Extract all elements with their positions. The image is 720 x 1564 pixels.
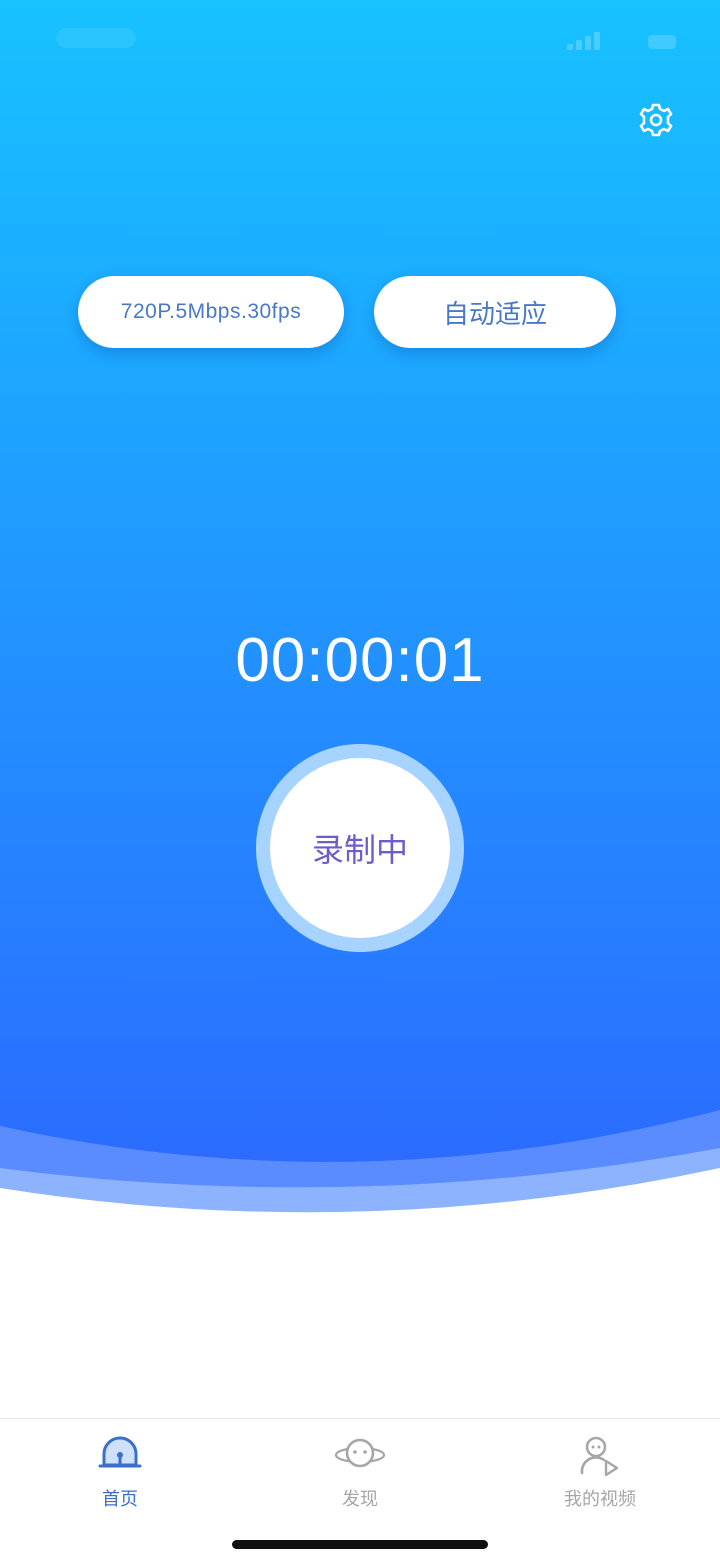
tab-home-label: 首页: [102, 1489, 138, 1510]
app-screen: 720P.5Mbps.30fps 自动适应 00:00:01 录制中 首页 发现…: [0, 0, 720, 1564]
home-icon: [98, 1436, 142, 1468]
tab-my-videos[interactable]: 我的视频: [510, 1435, 690, 1515]
battery-icon: [648, 35, 676, 49]
signal-strength-icon: [567, 32, 600, 50]
record-button-core: 录制中: [270, 758, 450, 938]
status-bar: [0, 0, 720, 88]
record-status-label: 录制中: [311, 831, 408, 869]
my-videos-icon: [580, 1436, 619, 1477]
home-indicator: [232, 1540, 488, 1549]
orientation-mode-button[interactable]: 自动适应: [374, 276, 616, 348]
orientation-mode-label: 自动适应: [442, 299, 547, 330]
tab-home[interactable]: 首页: [30, 1435, 210, 1515]
settings-button[interactable]: [636, 100, 676, 140]
status-time-placeholder: [56, 28, 136, 48]
record-button[interactable]: 录制中: [256, 744, 464, 952]
hero-background: [0, 0, 720, 1213]
discover-icon: [334, 1438, 386, 1468]
hero-wave-front: [0, 0, 720, 1162]
tab-discover-label: 发现: [342, 1489, 378, 1510]
recording-timer: 00:00:01: [235, 626, 485, 695]
tab-my-videos-label: 我的视频: [564, 1489, 636, 1510]
quality-selector-label: 720P.5Mbps.30fps: [120, 300, 302, 323]
gear-icon: [639, 103, 673, 137]
tab-discover[interactable]: 发现: [270, 1435, 450, 1515]
quality-selector-button[interactable]: 720P.5Mbps.30fps: [78, 276, 344, 348]
